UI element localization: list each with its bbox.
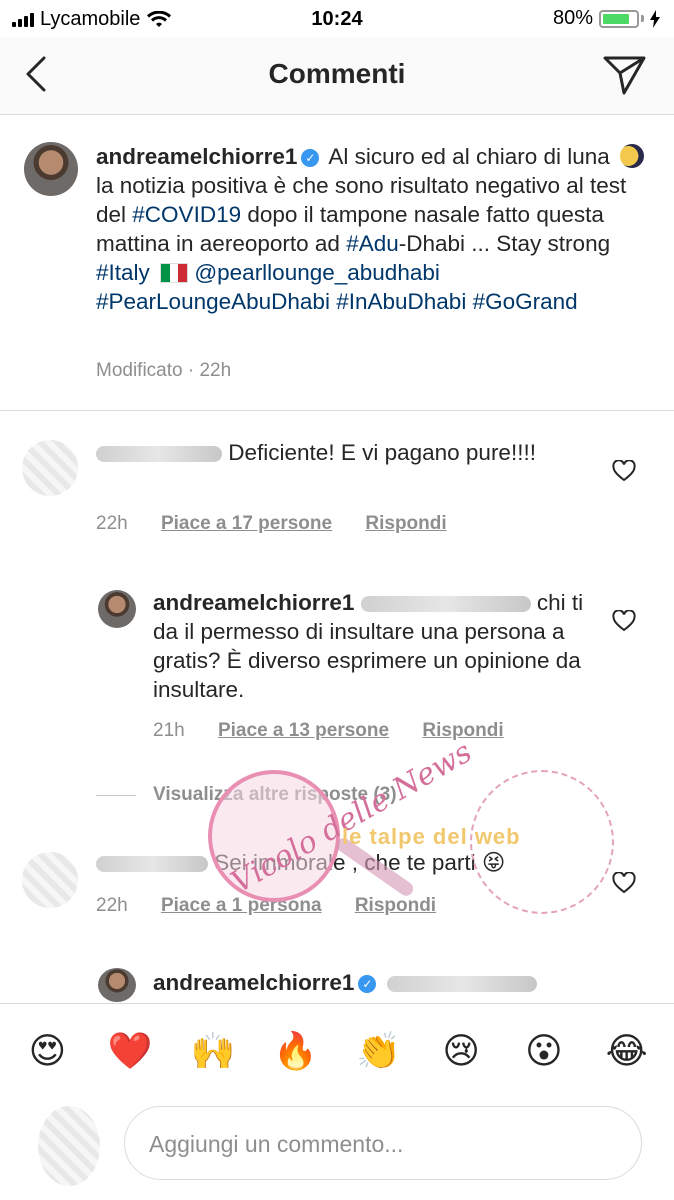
italy-flag-icon [160, 263, 189, 283]
view-more-line [96, 795, 136, 796]
heart-icon[interactable] [612, 460, 636, 482]
divider [0, 410, 674, 411]
commenter-username[interactable] [96, 446, 222, 463]
charging-icon [650, 9, 660, 28]
post-caption: andreamelchiorre1 ✓ Al sicuro ed al chiar… [96, 142, 656, 316]
comment-2: andreamelchiorre1 chi ti da il permesso … [153, 590, 584, 702]
mentioned-username[interactable] [360, 596, 531, 613]
mentioned-username[interactable] [386, 976, 537, 993]
emoji-heart-eyes[interactable]: 😍 [17, 1031, 77, 1072]
comment-time: 21h [153, 720, 185, 741]
hashtag-covid19[interactable]: #COVID19 [132, 202, 241, 227]
comment-4: andreamelchiorre1 ✓ [153, 968, 593, 1002]
heart-icon[interactable] [612, 872, 636, 894]
emoji-fire[interactable]: 🔥 [266, 1030, 326, 1072]
comment-input-wrapper[interactable] [124, 1106, 642, 1181]
comment-time: 22h [96, 895, 128, 916]
reply-author-avatar[interactable] [98, 590, 136, 628]
likes-link[interactable]: Piace a 13 persone [218, 720, 389, 741]
heart-icon[interactable] [612, 610, 636, 632]
commenter-username[interactable] [96, 856, 208, 873]
emoji-crying[interactable]: 😢 [431, 1031, 491, 1072]
reply-username[interactable]: andreamelchiorre1 [153, 590, 354, 615]
reply-button[interactable]: Rispondi [422, 720, 503, 741]
emoji-raised-hands[interactable]: 🙌 [183, 1030, 243, 1072]
reply-button[interactable]: Rispondi [355, 895, 436, 916]
commenter-avatar[interactable] [22, 852, 78, 908]
reply-username[interactable]: andreamelchiorre1 [153, 970, 354, 995]
nav-bar: Commenti [0, 38, 674, 115]
my-avatar [38, 1106, 100, 1186]
watermark-banner-text: le talpe del web [342, 824, 521, 849]
status-bar: Lycamobile 10:24 80% [0, 0, 674, 38]
hashtag-gogrand[interactable]: #GoGrand [473, 289, 578, 314]
emoji-red-heart[interactable]: ❤️ [100, 1030, 160, 1072]
author-avatar[interactable] [24, 142, 78, 196]
verified-badge-icon: ✓ [301, 149, 320, 167]
hashtag-adu[interactable]: #Adu [346, 231, 399, 256]
comment-1: Deficiente! E vi pagano pure!!!! [96, 438, 596, 467]
moon-emoji-icon [620, 144, 645, 168]
battery: 80% [553, 7, 660, 30]
emoji-tears-of-joy[interactable]: 😂 [597, 1031, 657, 1072]
verified-badge-icon: ✓ [358, 975, 377, 993]
page-title: Commenti [268, 58, 406, 89]
comment-time: 22h [96, 513, 128, 534]
emoji-clapping[interactable]: 👏 [348, 1030, 408, 1072]
caption-meta: Modificato · 22h [96, 360, 232, 381]
likes-link[interactable]: Piace a 17 persone [161, 513, 332, 534]
commenter-avatar[interactable] [22, 440, 78, 496]
battery-icon [599, 9, 639, 28]
comment-composer [0, 1098, 674, 1200]
hashtag-italy[interactable]: #Italy [96, 260, 150, 285]
comment-input[interactable] [147, 1107, 621, 1181]
comment-1-meta: 22h Piace a 17 persone Rispondi [96, 513, 447, 535]
hashtag-pearlounge[interactable]: #PearLoungeAbuDhabi [96, 289, 330, 314]
reply-author-avatar[interactable] [98, 968, 136, 1002]
hashtag-inabudhabi[interactable]: #InAbuDhabi [336, 289, 466, 314]
battery-percent: 80% [552, 7, 593, 29]
reply-button[interactable]: Rispondi [365, 513, 446, 534]
emoji-quick-bar: 😍 ❤️ 🙌 🔥 👏 😢 😮 😂 [0, 1003, 674, 1098]
mention-pearllounge[interactable]: @pearllounge_abudhabi [194, 260, 440, 285]
caption-username[interactable]: andreamelchiorre1 [96, 144, 297, 169]
emoji-surprised[interactable]: 😮 [514, 1031, 574, 1072]
send-direct-icon[interactable] [602, 52, 648, 98]
